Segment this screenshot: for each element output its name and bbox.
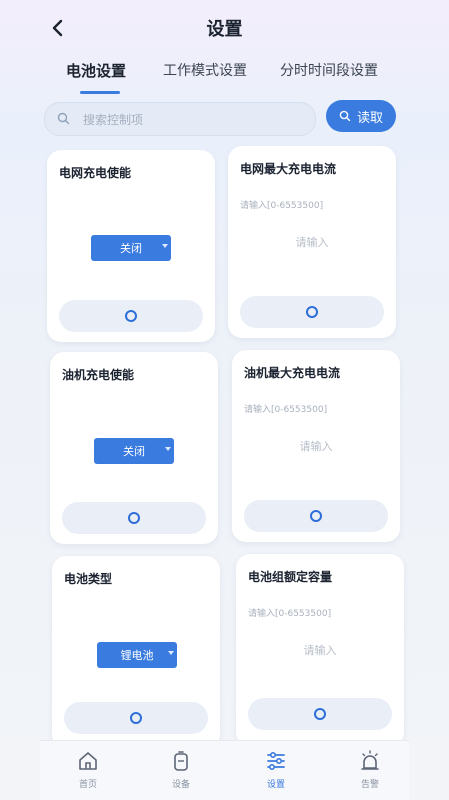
submit-button[interactable] <box>64 702 208 734</box>
card-battery-rated-capacity: 电池组额定容量 请输入[0-6553500] 请输入 <box>236 554 404 746</box>
ring-icon <box>314 708 326 720</box>
select-value: 关闭 <box>123 445 145 458</box>
chevron-down-icon <box>168 651 174 655</box>
tabbar-label: 首页 <box>78 780 97 790</box>
tabbar-item-home[interactable]: 首页 <box>58 749 118 790</box>
ring-icon <box>310 510 322 522</box>
select-value: 锂电池 <box>120 649 154 662</box>
card-generator-charge-enable: 油机充电使能 关闭 <box>50 352 218 544</box>
card-title: 油机最大充电电流 <box>244 366 341 380</box>
range-hint: 请输入[0-6553500] <box>244 405 328 415</box>
battery-rated-capacity-input[interactable]: 请输入 <box>236 642 404 658</box>
select-value: 关闭 <box>120 242 142 255</box>
tabbar-item-settings[interactable]: 设置 <box>246 749 306 790</box>
ring-icon <box>130 712 142 724</box>
card-title: 油机充电使能 <box>62 368 135 382</box>
search-icon <box>339 110 351 122</box>
card-title: 电池类型 <box>64 572 113 586</box>
range-hint: 请输入[0-6553500] <box>248 609 332 619</box>
tabbar-label: 设备 <box>171 780 190 790</box>
submit-button[interactable] <box>62 502 206 534</box>
read-button[interactable]: 读取 <box>326 100 396 132</box>
active-tab-indicator <box>80 91 120 94</box>
submit-button[interactable] <box>248 698 392 730</box>
card-battery-type: 电池类型 锂电池 <box>52 556 220 748</box>
card-title: 电网充电使能 <box>59 166 132 180</box>
search-input[interactable]: 搜索控制项 <box>44 102 316 136</box>
alarm-icon <box>361 750 379 770</box>
read-button-label: 读取 <box>356 110 383 126</box>
ring-icon <box>306 306 318 318</box>
card-title: 电网最大充电电流 <box>240 162 337 176</box>
tab-time-period-settings[interactable]: 分时时间段设置 <box>280 60 378 80</box>
ring-icon <box>128 512 140 524</box>
home-icon <box>79 752 97 770</box>
tab-work-mode-settings[interactable]: 工作模式设置 <box>163 60 247 80</box>
battery-icon <box>174 751 188 771</box>
tab-battery-settings[interactable]: 电池设置 <box>66 60 126 81</box>
range-hint: 请输入[0-6553500] <box>240 201 324 211</box>
card-grid-max-charge-current: 电网最大充电电流 请输入[0-6553500] 请输入 <box>228 146 396 338</box>
submit-button[interactable] <box>244 500 388 532</box>
chevron-down-icon <box>165 447 171 451</box>
page-title: 设置 <box>206 19 243 40</box>
card-grid-charge-enable: 电网充电使能 关闭 <box>47 150 215 342</box>
battery-type-select[interactable]: 锂电池 <box>97 642 177 668</box>
tabbar-label: 设置 <box>266 780 285 790</box>
chevron-down-icon <box>162 244 168 248</box>
generator-max-charge-current-input[interactable]: 请输入 <box>232 438 400 454</box>
bottom-tab-bar: 首页 设备 设置 告警 <box>40 740 409 800</box>
settings-screen: 设置 电池设置 工作模式设置 分时时间段设置 搜索控制项 读取 电网充电使能 关… <box>0 0 449 800</box>
tabbar-label: 告警 <box>360 780 379 790</box>
card-generator-max-charge-current: 油机最大充电电流 请输入[0-6553500] 请输入 <box>232 350 400 542</box>
grid-max-charge-current-input[interactable]: 请输入 <box>228 234 396 250</box>
search-icon <box>57 112 70 125</box>
top-bar: 设置 <box>0 0 449 56</box>
card-title: 电池组额定容量 <box>248 570 333 584</box>
submit-button[interactable] <box>59 300 203 332</box>
submit-button[interactable] <box>240 296 384 328</box>
grid-charge-enable-select[interactable]: 关闭 <box>91 235 171 261</box>
sliders-icon <box>267 751 285 771</box>
tabbar-item-alarm[interactable]: 告警 <box>340 749 400 790</box>
ring-icon <box>125 310 137 322</box>
search-placeholder: 搜索控制项 <box>83 113 144 127</box>
tabbar-item-device[interactable]: 设备 <box>151 749 211 790</box>
generator-charge-enable-select[interactable]: 关闭 <box>94 438 174 464</box>
